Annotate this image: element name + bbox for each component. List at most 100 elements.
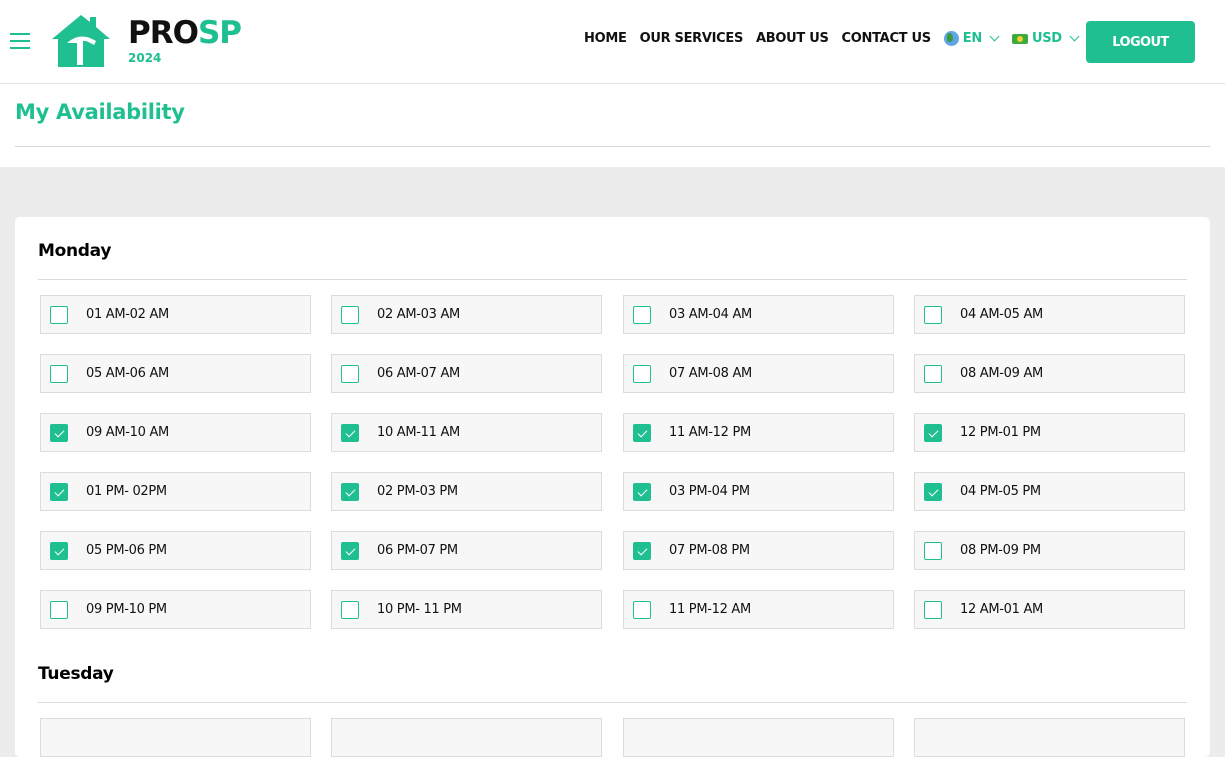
- time-slot-label: 12 AM-01 AM: [960, 602, 1043, 617]
- time-slot[interactable]: 03 AM-04 AM: [623, 295, 894, 334]
- time-slot-label: 02 PM-03 PM: [377, 484, 458, 499]
- checkbox[interactable]: [633, 600, 651, 619]
- checkbox[interactable]: [50, 600, 68, 619]
- time-slot[interactable]: 09 PM-10 PM: [40, 590, 311, 629]
- page-title: My Availability: [15, 100, 185, 124]
- time-slot-label: 07 AM-08 AM: [669, 366, 752, 381]
- checkbox-checked[interactable]: [50, 541, 68, 560]
- time-slot[interactable]: [331, 718, 602, 757]
- checkbox[interactable]: [341, 364, 359, 383]
- time-slot[interactable]: [914, 718, 1185, 757]
- time-slot[interactable]: [40, 718, 311, 757]
- day-title: Tuesday: [38, 664, 114, 684]
- time-slot[interactable]: 10 AM-11 AM: [331, 413, 602, 452]
- time-slot-label: 06 AM-07 AM: [377, 366, 460, 381]
- time-slot[interactable]: 12 PM-01 PM: [914, 413, 1185, 452]
- time-slot[interactable]: 02 AM-03 AM: [331, 295, 602, 334]
- checkbox-checked[interactable]: [633, 482, 651, 501]
- divider: [38, 702, 1187, 703]
- language-value: EN: [962, 31, 982, 46]
- time-slot-label: 08 PM-09 PM: [960, 543, 1041, 558]
- time-slot[interactable]: [623, 718, 894, 757]
- checkbox[interactable]: [633, 305, 651, 324]
- time-slot-label: 12 PM-01 PM: [960, 425, 1041, 440]
- checkbox[interactable]: [924, 600, 942, 619]
- main-nav: HOME OUR SERVICES ABOUT US CONTACT US EN…: [584, 31, 1092, 46]
- checkbox-checked[interactable]: [633, 423, 651, 442]
- logo-brand-dark: PRO: [128, 15, 199, 51]
- time-slot[interactable]: 02 PM-03 PM: [331, 472, 602, 511]
- nav-home[interactable]: HOME: [584, 31, 627, 46]
- time-slot[interactable]: 05 AM-06 AM: [40, 354, 311, 393]
- checkbox[interactable]: [924, 305, 942, 324]
- time-slot-label: 08 AM-09 AM: [960, 366, 1043, 381]
- logout-button[interactable]: LOGOUT: [1086, 21, 1195, 63]
- time-slot-label: 11 PM-12 AM: [669, 602, 751, 617]
- time-slot[interactable]: 01 PM- 02PM: [40, 472, 311, 511]
- time-slot[interactable]: 01 AM-02 AM: [40, 295, 311, 334]
- checkbox[interactable]: [341, 600, 359, 619]
- time-slot-label: 06 PM-07 PM: [377, 543, 458, 558]
- time-slot-label: 05 PM-06 PM: [86, 543, 167, 558]
- time-slot-label: 05 AM-06 AM: [86, 366, 169, 381]
- time-slot[interactable]: 10 PM- 11 PM: [331, 590, 602, 629]
- time-slot[interactable]: 05 PM-06 PM: [40, 531, 311, 570]
- currency-value: USD: [1031, 31, 1062, 46]
- time-slot[interactable]: 08 PM-09 PM: [914, 531, 1185, 570]
- time-slot-label: 10 AM-11 AM: [377, 425, 460, 440]
- checkbox[interactable]: [924, 364, 942, 383]
- time-slot-label: 04 AM-05 AM: [960, 307, 1043, 322]
- time-slot-label: 01 PM- 02PM: [86, 484, 167, 499]
- page-header: My Availability: [0, 84, 1225, 167]
- checkbox[interactable]: [50, 305, 68, 324]
- checkbox[interactable]: [924, 541, 942, 560]
- globe-icon: [943, 31, 959, 46]
- time-slot[interactable]: 12 AM-01 AM: [914, 590, 1185, 629]
- time-slot[interactable]: 11 PM-12 AM: [623, 590, 894, 629]
- time-slot-label: 09 AM-10 AM: [86, 425, 169, 440]
- checkbox-checked[interactable]: [341, 541, 359, 560]
- currency-dropdown[interactable]: USD: [1011, 31, 1080, 46]
- time-slot[interactable]: 06 AM-07 AM: [331, 354, 602, 393]
- divider: [38, 279, 1187, 280]
- checkbox-checked[interactable]: [50, 482, 68, 501]
- time-slot-label: 10 PM- 11 PM: [377, 602, 462, 617]
- logo[interactable]: PROSP 2024: [50, 13, 242, 69]
- checkbox-checked[interactable]: [924, 423, 942, 442]
- checkbox[interactable]: [50, 364, 68, 383]
- menu-icon[interactable]: [10, 33, 30, 49]
- checkbox[interactable]: [341, 305, 359, 324]
- time-slot[interactable]: 09 AM-10 AM: [40, 413, 311, 452]
- money-icon: [1011, 33, 1028, 44]
- nav-about-us[interactable]: ABOUT US: [756, 31, 829, 46]
- day-title: Monday: [38, 241, 112, 261]
- language-dropdown[interactable]: EN: [943, 31, 1000, 46]
- checkbox[interactable]: [633, 364, 651, 383]
- time-slot-label: 11 AM-12 PM: [669, 425, 751, 440]
- checkbox-checked[interactable]: [341, 482, 359, 501]
- time-slot[interactable]: 08 AM-09 AM: [914, 354, 1185, 393]
- logo-year: 2024: [128, 51, 162, 65]
- time-slot-label: 03 PM-04 PM: [669, 484, 750, 499]
- checkbox-checked[interactable]: [633, 541, 651, 560]
- time-slot[interactable]: 04 PM-05 PM: [914, 472, 1185, 511]
- checkbox-checked[interactable]: [50, 423, 68, 442]
- time-slot[interactable]: 11 AM-12 PM: [623, 413, 894, 452]
- checkbox-checked[interactable]: [341, 423, 359, 442]
- time-slot[interactable]: 07 PM-08 PM: [623, 531, 894, 570]
- time-slot[interactable]: 06 PM-07 PM: [331, 531, 602, 570]
- time-slot-label: 01 AM-02 AM: [86, 307, 169, 322]
- divider: [15, 146, 1210, 147]
- time-slot-label: 04 PM-05 PM: [960, 484, 1041, 499]
- top-navbar: PROSP 2024 HOME OUR SERVICES ABOUT US CO…: [0, 0, 1225, 84]
- time-slot-label: 03 AM-04 AM: [669, 307, 752, 322]
- house-hammer-logo-icon: [52, 15, 110, 67]
- nav-our-services[interactable]: OUR SERVICES: [640, 31, 744, 46]
- checkbox-checked[interactable]: [924, 482, 942, 501]
- time-slot[interactable]: 03 PM-04 PM: [623, 472, 894, 511]
- time-slot[interactable]: 07 AM-08 AM: [623, 354, 894, 393]
- chevron-down-icon: [1069, 31, 1080, 42]
- time-slot-label: 09 PM-10 PM: [86, 602, 167, 617]
- time-slot[interactable]: 04 AM-05 AM: [914, 295, 1185, 334]
- nav-contact-us[interactable]: CONTACT US: [842, 31, 932, 46]
